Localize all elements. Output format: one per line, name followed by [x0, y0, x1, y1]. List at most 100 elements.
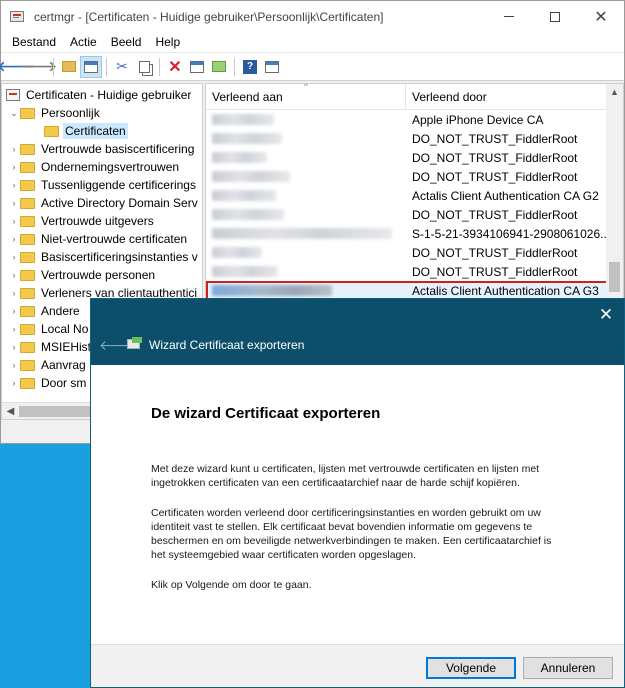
issued-to-redacted	[206, 114, 406, 125]
wizard-footer: Volgende Annuleren	[91, 644, 624, 687]
tree-item[interactable]: › Vertrouwde uitgevers	[2, 212, 202, 230]
title-bar: certmgr - [Certificaten - Huidige gebrui…	[1, 1, 624, 32]
tree-item[interactable]: › Tussenliggende certificerings	[2, 176, 202, 194]
folder-icon	[20, 359, 35, 371]
chevron-right-icon[interactable]: ›	[8, 216, 20, 226]
scroll-up-icon[interactable]: ▲	[606, 84, 623, 101]
export-wizard-dialog: ✕ 🡐 Wizard Certificaat exporteren De wiz…	[90, 298, 625, 688]
issued-by-cell: Actalis Client Authentication CA G2	[412, 188, 599, 203]
certificate-row[interactable]: DO_NOT_TRUST_FiddlerRoot	[206, 243, 623, 262]
next-button[interactable]: Volgende	[426, 657, 516, 679]
folder-icon	[20, 269, 35, 281]
issued-to-redacted	[206, 285, 406, 296]
tree-item-label: Vertrouwde personen	[41, 268, 156, 282]
menu-beeld[interactable]: Beeld	[104, 32, 149, 53]
certificate-export-icon	[127, 337, 143, 351]
certificate-row[interactable]: DO_NOT_TRUST_FiddlerRoot	[206, 167, 623, 186]
chevron-right-icon[interactable]: ›	[8, 234, 20, 244]
chevron-right-icon[interactable]: ›	[8, 360, 20, 370]
tree-item-label: Niet-vertrouwde certificaten	[41, 232, 188, 246]
certificate-row[interactable]: Actalis Client Authentication CA G2	[206, 186, 623, 205]
tree-item-label: Vertrouwde basiscertificering	[41, 142, 195, 156]
sort-ascending-icon: ^	[304, 83, 308, 91]
issued-to-redacted	[206, 133, 406, 144]
scrollbar-thumb[interactable]	[609, 262, 620, 292]
toolbar-separator	[106, 57, 107, 76]
tree-item[interactable]: › Active Directory Domain Serv	[2, 194, 202, 212]
certificate-row[interactable]: DO_NOT_TRUST_FiddlerRoot	[206, 148, 623, 167]
cut-icon[interactable]: ✂	[111, 56, 133, 78]
toolbar-separator	[53, 57, 54, 76]
cancel-button[interactable]: Annuleren	[523, 657, 613, 679]
wizard-paragraph-info: Certificaten worden verleend door certif…	[151, 507, 552, 561]
menu-bestand[interactable]: Bestand	[5, 32, 63, 53]
tree-item-label: Door sm	[41, 376, 87, 390]
certificate-row[interactable]: DO_NOT_TRUST_FiddlerRoot	[206, 129, 623, 148]
chevron-right-icon[interactable]: ›	[8, 342, 20, 352]
up-folder-icon[interactable]	[58, 56, 80, 78]
list-header: ^ Verleend aan Verleend door	[206, 84, 623, 110]
help-icon[interactable]: ?	[239, 56, 261, 78]
certificate-store-icon	[6, 89, 20, 101]
chevron-right-icon[interactable]: ›	[8, 306, 20, 316]
tree-item[interactable]: › Vertrouwde basiscertificering	[2, 140, 202, 158]
tree-item-certificaten[interactable]: Certificaten	[2, 122, 202, 140]
issued-by-cell: Apple iPhone Device CA	[412, 112, 544, 127]
chevron-right-icon[interactable]: ›	[8, 378, 20, 388]
properties-icon[interactable]	[186, 56, 208, 78]
wizard-close-button[interactable]: ✕	[596, 305, 616, 325]
scroll-left-icon[interactable]: ◀	[2, 406, 19, 417]
close-button[interactable]: ✕	[578, 1, 624, 32]
forward-arrow-icon[interactable]: 🡒	[19, 56, 57, 78]
certificate-row[interactable]: Apple iPhone Device CA	[206, 110, 623, 129]
certificate-row[interactable]: DO_NOT_TRUST_FiddlerRoot	[206, 205, 623, 224]
folder-icon	[20, 377, 35, 389]
chevron-right-icon[interactable]: ›	[8, 270, 20, 280]
issued-by-cell: DO_NOT_TRUST_FiddlerRoot	[412, 245, 578, 260]
wizard-paragraph-continue: Klik op Volgende om door te gaan.	[151, 579, 312, 591]
show-hide-tree-icon[interactable]	[80, 55, 102, 78]
chevron-right-icon[interactable]: ›	[8, 162, 20, 172]
minimize-button[interactable]	[486, 1, 532, 32]
menu-help[interactable]: Help	[148, 32, 187, 53]
chevron-down-icon[interactable]: ⌄	[8, 108, 20, 119]
tree-item-label: Andere	[41, 304, 80, 318]
folder-icon	[20, 197, 35, 209]
copy-icon[interactable]	[133, 56, 155, 78]
tree-item[interactable]: › Basiscertificeringsinstanties v	[2, 248, 202, 266]
folder-icon	[20, 179, 35, 191]
window-title: certmgr - [Certificaten - Huidige gebrui…	[34, 9, 384, 24]
column-verleend-door[interactable]: Verleend door	[406, 84, 623, 109]
folder-icon	[20, 323, 35, 335]
tree-item[interactable]: › Vertrouwde personen	[2, 266, 202, 284]
chevron-right-icon[interactable]: ›	[8, 324, 20, 334]
export-list-icon[interactable]	[208, 56, 230, 78]
folder-icon	[20, 143, 35, 155]
chevron-right-icon[interactable]: ›	[8, 252, 20, 262]
tree-item-label: Aanvrag	[41, 358, 86, 372]
tree-item-persoonlijk[interactable]: ⌄ Persoonlijk	[2, 104, 202, 122]
chevron-right-icon[interactable]: ›	[8, 180, 20, 190]
chevron-right-icon[interactable]: ›	[8, 198, 20, 208]
issued-by-cell: S-1-5-21-3934106941-2908061026...	[412, 226, 611, 241]
tree-item[interactable]: › Ondernemingsvertrouwen	[2, 158, 202, 176]
tree-item-label: Ondernemingsvertrouwen	[41, 160, 180, 174]
maximize-button[interactable]	[532, 1, 578, 32]
issued-by-cell: DO_NOT_TRUST_FiddlerRoot	[412, 207, 578, 222]
tree-root[interactable]: Certificaten - Huidige gebruiker	[2, 86, 202, 104]
chevron-right-icon[interactable]: ›	[8, 144, 20, 154]
issued-to-redacted	[206, 266, 406, 277]
certificate-row[interactable]: S-1-5-21-3934106941-2908061026...	[206, 224, 623, 243]
folder-icon	[20, 287, 35, 299]
issued-by-cell: DO_NOT_TRUST_FiddlerRoot	[412, 264, 578, 279]
wizard-caption: Wizard Certificaat exporteren	[149, 338, 305, 352]
tree-item[interactable]: › Niet-vertrouwde certificaten	[2, 230, 202, 248]
console-tree-icon[interactable]	[261, 56, 283, 78]
chevron-right-icon[interactable]: ›	[8, 288, 20, 298]
issued-by-cell: Actalis Client Authentication CA G3	[412, 283, 599, 298]
tree-item-label: Basiscertificeringsinstanties v	[41, 250, 198, 264]
certificate-row[interactable]: DO_NOT_TRUST_FiddlerRoot	[206, 262, 623, 281]
menu-actie[interactable]: Actie	[63, 32, 104, 53]
delete-icon[interactable]: ✕	[164, 56, 186, 78]
issued-to-redacted	[206, 171, 406, 182]
